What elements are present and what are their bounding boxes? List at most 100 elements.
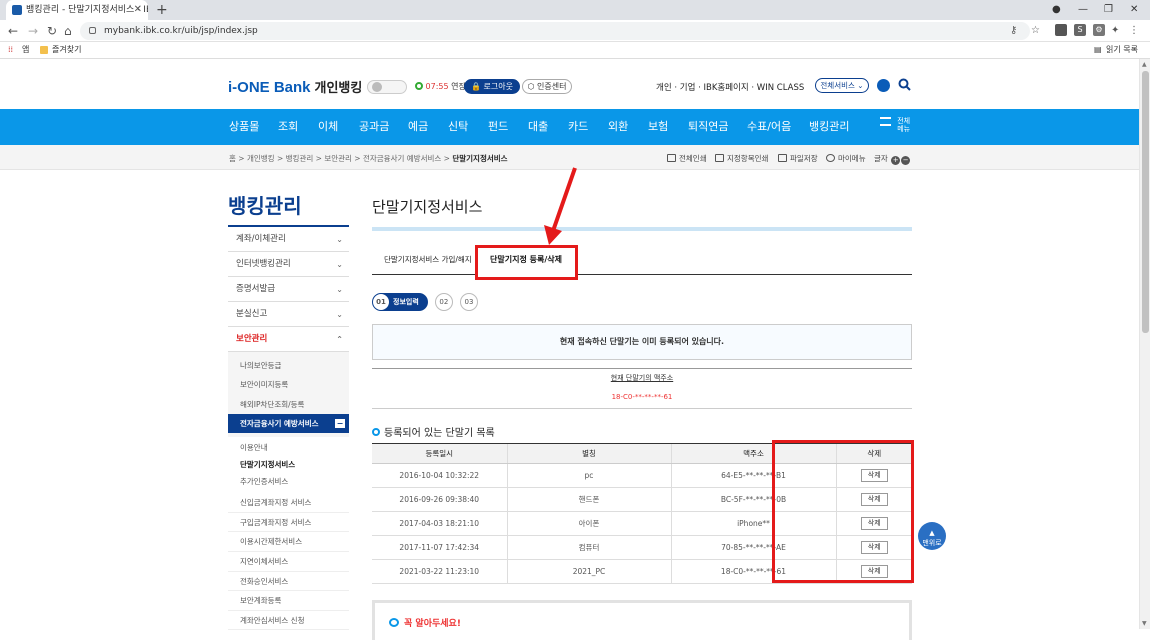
profile-icon[interactable]: ● bbox=[1052, 0, 1061, 20]
nav-item[interactable]: 공과금 bbox=[359, 109, 389, 145]
bookmark-apps[interactable]: 앱 bbox=[22, 42, 29, 58]
lnb-sub-item[interactable]: 신입금계좌지정 서비스 bbox=[228, 493, 349, 513]
printer-icon bbox=[667, 154, 676, 162]
all-services-dropdown[interactable]: 전체서비스 ⌄ bbox=[815, 78, 869, 93]
lnb-sub-item[interactable]: 추가인증서비스 bbox=[228, 473, 349, 490]
nav-item[interactable]: 외환 bbox=[608, 109, 628, 145]
save-file-button[interactable]: 파일저장 bbox=[778, 153, 818, 164]
lnb-sub-item[interactable]: 나의보안등급 bbox=[228, 356, 349, 375]
print-selected-button[interactable]: 지정항목인쇄 bbox=[715, 153, 768, 164]
reload-icon[interactable]: ↻ bbox=[47, 23, 57, 39]
chevron-down-icon: ⌄ bbox=[336, 235, 343, 244]
reading-list-icon[interactable]: ▤ bbox=[1094, 42, 1102, 58]
close-window-button[interactable]: ✕ bbox=[1130, 0, 1138, 20]
lnb-sub-item[interactable]: 전화승인서비스 bbox=[228, 572, 349, 592]
clock-icon bbox=[415, 82, 423, 90]
font-minus-icon[interactable]: − bbox=[901, 156, 911, 165]
scroll-down-icon[interactable]: ▼ bbox=[1142, 620, 1147, 627]
puzzle-icon[interactable]: ✦ bbox=[1111, 23, 1119, 39]
lnb-sub-item[interactable]: 이용시간제한서비스 bbox=[228, 532, 349, 552]
page-scrollbar[interactable]: ▲ ▼ bbox=[1139, 59, 1150, 629]
annotation-arrow bbox=[544, 167, 577, 245]
browser-tab[interactable]: 뱅킹관리 - 단말기지정서비스 - IBK ✕ bbox=[6, 0, 148, 20]
lnb-sub-item[interactable]: 이용안내 bbox=[228, 439, 349, 456]
globe-icon[interactable] bbox=[877, 79, 890, 92]
nav-item[interactable]: 펀드 bbox=[488, 109, 508, 145]
scroll-up-icon[interactable]: ▲ bbox=[1142, 61, 1147, 68]
tool-label: 전체인쇄 bbox=[679, 154, 707, 163]
nav-item[interactable]: 대출 bbox=[528, 109, 548, 145]
nav-item[interactable]: 조회 bbox=[278, 109, 298, 145]
lnb-label: 인터넷뱅킹관리 bbox=[236, 259, 291, 269]
scrollbar-thumb[interactable] bbox=[1142, 71, 1149, 333]
back-to-top-button[interactable]: ▲ 맨위로 bbox=[918, 522, 946, 550]
lnb-sub-item[interactable]: 해외IP차단조회/등록 bbox=[228, 395, 349, 414]
nav-item[interactable]: 이체 bbox=[318, 109, 338, 145]
nav-item[interactable]: 뱅킹관리 bbox=[809, 109, 849, 145]
crumb-item[interactable]: 뱅킹관리 bbox=[286, 154, 314, 163]
nav-item[interactable]: 예금 bbox=[408, 109, 428, 145]
lnb-more-items: 신입금계좌지정 서비스 구입금계좌지정 서비스 이용시간제한서비스 지연이체서비… bbox=[228, 493, 349, 631]
search-icon[interactable] bbox=[898, 78, 911, 91]
apps-icon[interactable]: ⁞⁞ bbox=[8, 42, 13, 58]
breadcrumb: 홈 > 개인뱅킹 > 뱅킹관리 > 보안관리 > 전자금융사기 예방서비스 > … bbox=[229, 154, 508, 163]
step-indicator: 01 정보입력 02 03 bbox=[372, 293, 478, 311]
lnb-menu[interactable]: 계좌/이체관리 ⌄ bbox=[228, 227, 349, 252]
lnb-menu[interactable]: 증명서발급 ⌄ bbox=[228, 277, 349, 302]
crumb-item[interactable]: 전자금융사기 예방서비스 bbox=[363, 154, 441, 163]
lnb-menu[interactable]: 분실신고 ⌄ bbox=[228, 302, 349, 327]
crumb-item[interactable]: 보안관리 bbox=[324, 154, 352, 163]
folder-icon bbox=[40, 46, 48, 54]
new-tab-button[interactable]: + bbox=[156, 0, 168, 20]
crumb-item[interactable]: 홈 bbox=[229, 154, 236, 163]
maximize-button[interactable]: ❐ bbox=[1104, 0, 1113, 20]
step-2: 02 bbox=[434, 293, 453, 311]
lnb-sub-item[interactable]: 구입금계좌지정 서비스 bbox=[228, 513, 349, 533]
nav-item[interactable]: 신탁 bbox=[448, 109, 468, 145]
site-logo[interactable]: i-ONE Bank 개인뱅킹 bbox=[228, 77, 362, 96]
lnb-menu[interactable]: 인터넷뱅킹관리 ⌄ bbox=[228, 252, 349, 277]
nav-item[interactable]: 카드 bbox=[568, 109, 588, 145]
font-label: 글자 bbox=[874, 154, 888, 163]
lnb-sub-item-current[interactable]: 단말기지정서비스 bbox=[228, 456, 349, 473]
lnb-sub-item[interactable]: 보안계좌등록 bbox=[228, 591, 349, 611]
extension-s-icon[interactable]: S bbox=[1074, 24, 1086, 36]
logo-text: i-ONE Bank bbox=[228, 79, 311, 96]
extension-gear-icon[interactable]: ⚙ bbox=[1093, 24, 1105, 36]
person-icon bbox=[826, 154, 835, 162]
nav-item[interactable]: 보험 bbox=[648, 109, 668, 145]
forward-icon[interactable]: → bbox=[28, 23, 38, 39]
lnb-menu-open[interactable]: 보안관리 ⌃ bbox=[228, 327, 349, 352]
nav-item[interactable]: 수표/어음 bbox=[747, 109, 791, 145]
extension-icon[interactable] bbox=[1055, 24, 1067, 36]
reading-list[interactable]: 읽기 목록 bbox=[1106, 42, 1138, 58]
cert-center-button[interactable]: ⬡ 인증센터 bbox=[522, 79, 572, 94]
content-tabs: 단말기지정서비스 가입/해지 단말기지정 등록/삭제 bbox=[372, 245, 912, 275]
lnb-selected-item[interactable]: 전자금융사기 예방서비스 − bbox=[228, 413, 349, 434]
arrow-shaft bbox=[551, 167, 577, 232]
page-title: 단말기지정서비스 bbox=[372, 198, 483, 216]
lnb-sub-item[interactable]: 지연이체서비스 bbox=[228, 552, 349, 572]
font-plus-icon[interactable]: + bbox=[891, 156, 901, 165]
logout-button[interactable]: 🔒 로그아웃 bbox=[464, 79, 520, 94]
all-menu-button[interactable]: 전체 메뉴 bbox=[880, 117, 910, 133]
url-field[interactable]: mybank.ibk.co.kr/uib/jsp/index.jsp bbox=[80, 22, 1030, 40]
crumb-item[interactable]: 개인뱅킹 bbox=[247, 154, 275, 163]
star-icon[interactable]: ☆ bbox=[1031, 23, 1040, 39]
nav-item[interactable]: 퇴직연금 bbox=[688, 109, 728, 145]
header-links[interactable]: 개인 · 기업 · IBK홈페이지 · WIN CLASS bbox=[656, 81, 804, 93]
tab-subscribe[interactable]: 단말기지정서비스 가입/해지 bbox=[372, 245, 476, 275]
bookmark-favorites[interactable]: 즐겨찾기 bbox=[52, 42, 81, 58]
home-icon[interactable]: ⌂ bbox=[64, 23, 72, 39]
my-menu-button[interactable]: 마이메뉴 bbox=[826, 153, 866, 164]
lnb-sub-item[interactable]: 보안이미지등록 bbox=[228, 375, 349, 394]
key-icon[interactable]: ⚷ bbox=[1010, 23, 1017, 39]
back-icon[interactable]: ← bbox=[8, 23, 18, 39]
nav-item[interactable]: 상품몰 bbox=[229, 109, 259, 145]
lnb-sub-item[interactable]: 계좌안심서비스 신청 bbox=[228, 611, 349, 631]
minimize-button[interactable]: — bbox=[1078, 0, 1088, 20]
menu-icon[interactable]: ⋮ bbox=[1129, 23, 1139, 39]
close-tab-icon[interactable]: ✕ bbox=[134, 0, 142, 20]
print-all-button[interactable]: 전체인쇄 bbox=[667, 153, 707, 164]
lnb-label: 계좌/이체관리 bbox=[236, 234, 286, 244]
